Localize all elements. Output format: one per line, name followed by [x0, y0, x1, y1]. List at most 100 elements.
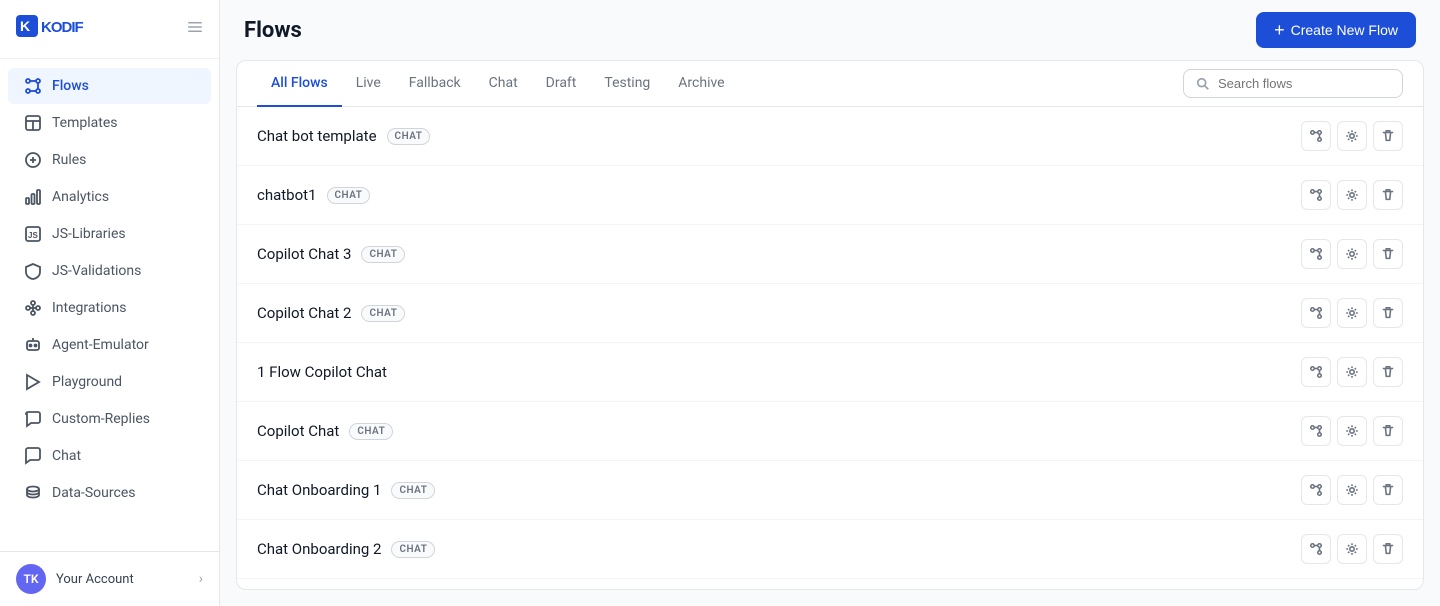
flow-delete-button[interactable]	[1373, 534, 1403, 564]
flow-settings-button[interactable]	[1337, 416, 1367, 446]
sidebar-item-agent-emulator[interactable]: Agent-Emulator	[8, 327, 211, 363]
sidebar-item-js-libraries-label: JS-Libraries	[52, 226, 126, 242]
sidebar-toggle-button[interactable]	[187, 19, 203, 40]
sidebar-item-chat[interactable]: Chat	[8, 438, 211, 474]
flow-delete-button[interactable]	[1373, 475, 1403, 505]
sidebar-item-integrations[interactable]: Integrations	[8, 290, 211, 326]
flow-connect-button[interactable]	[1301, 298, 1331, 328]
flow-delete-button[interactable]	[1373, 357, 1403, 387]
flow-item[interactable]: Deprecated	[237, 579, 1423, 589]
flow-connect-button[interactable]	[1301, 416, 1331, 446]
flow-badge: CHAT	[387, 128, 431, 145]
flow-actions	[1301, 357, 1403, 387]
flow-item[interactable]: Copilot Chat CHAT	[237, 402, 1423, 461]
sidebar-item-integrations-label: Integrations	[52, 300, 126, 316]
logo: K KODIF	[16, 14, 106, 44]
flow-name: Copilot Chat 3	[257, 245, 351, 263]
trash-icon	[1381, 424, 1395, 438]
sidebar-item-js-validations[interactable]: JS-Validations	[8, 253, 211, 289]
search-input[interactable]	[1218, 76, 1390, 91]
flow-connect-button[interactable]	[1301, 475, 1331, 505]
gear-icon	[1345, 129, 1359, 143]
flow-item[interactable]: Chat Onboarding 1 CHAT	[237, 461, 1423, 520]
flow-settings-button[interactable]	[1337, 534, 1367, 564]
connect-icon	[1309, 129, 1323, 143]
analytics-icon	[24, 188, 42, 206]
flow-item[interactable]: chatbot1 CHAT	[237, 166, 1423, 225]
sidebar-item-rules[interactable]: Rules	[8, 142, 211, 178]
flow-settings-button[interactable]	[1337, 357, 1367, 387]
tab-live[interactable]: Live	[342, 61, 395, 107]
connect-icon	[1309, 424, 1323, 438]
sidebar-item-flows[interactable]: Flows	[8, 68, 211, 104]
flow-item[interactable]: Chat Onboarding 2 CHAT	[237, 520, 1423, 579]
custom-replies-icon	[24, 410, 42, 428]
flow-delete-button[interactable]	[1373, 121, 1403, 151]
flow-settings-button[interactable]	[1337, 239, 1367, 269]
flow-settings-button[interactable]	[1337, 180, 1367, 210]
flow-left: 1 Flow Copilot Chat	[257, 363, 387, 381]
sidebar: K KODIF Flows Templates Rules Analytics	[0, 0, 220, 606]
tab-archive[interactable]: Archive	[664, 61, 738, 107]
page-title: Flows	[244, 18, 302, 43]
flows-content-panel: All Flows Live Fallback Chat Draft Testi…	[236, 60, 1424, 590]
flow-item[interactable]: Chat bot template CHAT	[237, 107, 1423, 166]
sidebar-item-templates[interactable]: Templates	[8, 105, 211, 141]
sidebar-item-analytics-label: Analytics	[52, 189, 109, 205]
playground-icon	[24, 373, 42, 391]
flow-list: Chat bot template CHAT	[237, 107, 1423, 589]
sidebar-item-js-libraries[interactable]: JS JS-Libraries	[8, 216, 211, 252]
sidebar-item-templates-label: Templates	[52, 115, 118, 131]
flow-settings-button[interactable]	[1337, 475, 1367, 505]
sidebar-logo: K KODIF	[0, 0, 219, 59]
flow-delete-button[interactable]	[1373, 180, 1403, 210]
flow-connect-button[interactable]	[1301, 239, 1331, 269]
sidebar-item-analytics[interactable]: Analytics	[8, 179, 211, 215]
flow-badge: CHAT	[349, 423, 393, 440]
sidebar-item-custom-replies[interactable]: Custom-Replies	[8, 401, 211, 437]
flow-actions	[1301, 534, 1403, 564]
tab-fallback[interactable]: Fallback	[395, 61, 475, 107]
gear-icon	[1345, 424, 1359, 438]
tab-all-flows[interactable]: All Flows	[257, 61, 342, 107]
flow-badge: CHAT	[391, 541, 435, 558]
trash-icon	[1381, 483, 1395, 497]
agent-emulator-icon	[24, 336, 42, 354]
flow-item[interactable]: Copilot Chat 2 CHAT	[237, 284, 1423, 343]
tab-testing[interactable]: Testing	[590, 61, 664, 107]
flow-left: Copilot Chat CHAT	[257, 422, 393, 440]
tab-chat[interactable]: Chat	[475, 61, 532, 107]
connect-icon	[1309, 365, 1323, 379]
flow-delete-button[interactable]	[1373, 298, 1403, 328]
sidebar-item-data-sources-label: Data-Sources	[52, 485, 135, 501]
sidebar-item-playground-label: Playground	[52, 374, 122, 390]
flow-item[interactable]: Copilot Chat 3 CHAT	[237, 225, 1423, 284]
create-new-flow-button[interactable]: + Create New Flow	[1256, 12, 1416, 48]
tab-draft[interactable]: Draft	[532, 61, 591, 107]
trash-icon	[1381, 542, 1395, 556]
flow-connect-button[interactable]	[1301, 357, 1331, 387]
search-icon	[1196, 77, 1210, 91]
trash-icon	[1381, 365, 1395, 379]
flow-settings-button[interactable]	[1337, 298, 1367, 328]
flow-left: Copilot Chat 3 CHAT	[257, 245, 405, 263]
flow-delete-button[interactable]	[1373, 416, 1403, 446]
flow-connect-button[interactable]	[1301, 121, 1331, 151]
flow-connect-button[interactable]	[1301, 180, 1331, 210]
flow-name: Copilot Chat 2	[257, 304, 351, 322]
flow-name: chatbot1	[257, 186, 317, 204]
connect-icon	[1309, 306, 1323, 320]
flow-actions	[1301, 180, 1403, 210]
sidebar-item-data-sources[interactable]: Data-Sources	[8, 475, 211, 511]
sidebar-footer[interactable]: TK Your Account ›	[0, 551, 219, 606]
flow-delete-button[interactable]	[1373, 239, 1403, 269]
sidebar-item-playground[interactable]: Playground	[8, 364, 211, 400]
gear-icon	[1345, 542, 1359, 556]
flow-item[interactable]: 1 Flow Copilot Chat	[237, 343, 1423, 402]
tabs-row: All Flows Live Fallback Chat Draft Testi…	[237, 61, 1423, 107]
flow-connect-button[interactable]	[1301, 534, 1331, 564]
flow-settings-button[interactable]	[1337, 121, 1367, 151]
rules-icon	[24, 151, 42, 169]
sidebar-item-chat-label: Chat	[52, 448, 81, 464]
trash-icon	[1381, 306, 1395, 320]
